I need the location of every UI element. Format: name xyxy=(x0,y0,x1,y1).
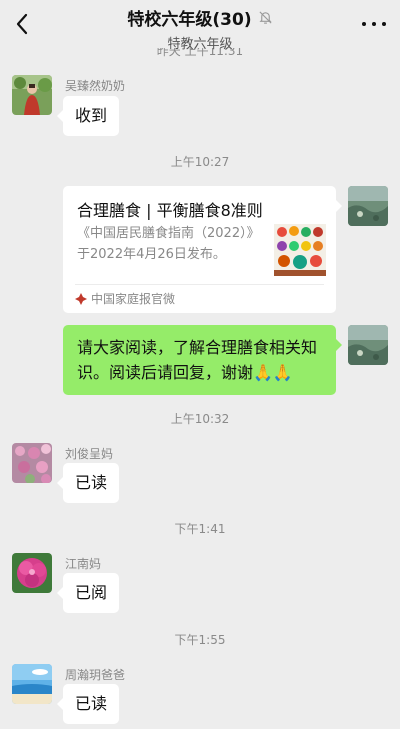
self-avatar[interactable] xyxy=(348,186,388,226)
time-divider: 下午1:55 xyxy=(174,633,226,647)
title-area: 特校六年级(30) 特教六年级 xyxy=(0,5,400,52)
chat-title: 特校六年级(30) xyxy=(127,10,252,30)
message-bubble[interactable]: 已阅 xyxy=(56,573,120,613)
card-title: 合理膳食 | 平衡膳食8准则 xyxy=(77,201,263,220)
bell-off-icon xyxy=(258,10,273,25)
avatar[interactable] xyxy=(12,664,52,704)
sender-name: 吴臻然奶奶 xyxy=(65,79,126,93)
sender-name: 周瀚玥爸爸 xyxy=(65,668,126,682)
sender-name: 江南妈 xyxy=(65,557,102,571)
time-divider: 上午10:27 xyxy=(170,155,230,169)
chat-header: 特校六年级(30) 特教六年级 xyxy=(0,0,400,52)
article-card[interactable]: 合理膳食 | 平衡膳食8准则 《中国居民膳食指南（2022）》于2022年4月2… xyxy=(63,186,342,313)
message-bubble[interactable]: 收到 xyxy=(56,96,120,136)
brand-logo-icon xyxy=(75,292,87,305)
sender-name: 刘俊呈妈 xyxy=(65,447,114,461)
self-avatar[interactable] xyxy=(348,325,388,365)
card-source: 中国家庭报官微 xyxy=(75,290,175,307)
time-divider: 下午1:41 xyxy=(174,522,226,536)
source-label: 中国家庭报官微 xyxy=(91,292,176,306)
message-bubble[interactable]: 已读 xyxy=(56,463,120,503)
card-thumbnail xyxy=(274,224,326,276)
avatar[interactable] xyxy=(12,443,52,483)
avatar[interactable] xyxy=(12,553,52,593)
chat-subtitle: 特教六年级 xyxy=(167,37,233,52)
card-divider xyxy=(75,284,324,285)
avatar[interactable] xyxy=(12,75,52,115)
time-divider: 上午10:32 xyxy=(170,412,230,426)
card-description: 《中国居民膳食指南（2022）》于2022年4月26日发布。 xyxy=(77,226,260,262)
self-message-bubble[interactable]: 请大家阅读，了解合理膳食相关知识。阅读后请回复，谢谢🙏🙏 xyxy=(63,325,342,395)
message-bubble[interactable]: 已读 xyxy=(56,684,120,724)
more-button[interactable] xyxy=(362,16,386,32)
more-dots-icon xyxy=(362,22,366,26)
